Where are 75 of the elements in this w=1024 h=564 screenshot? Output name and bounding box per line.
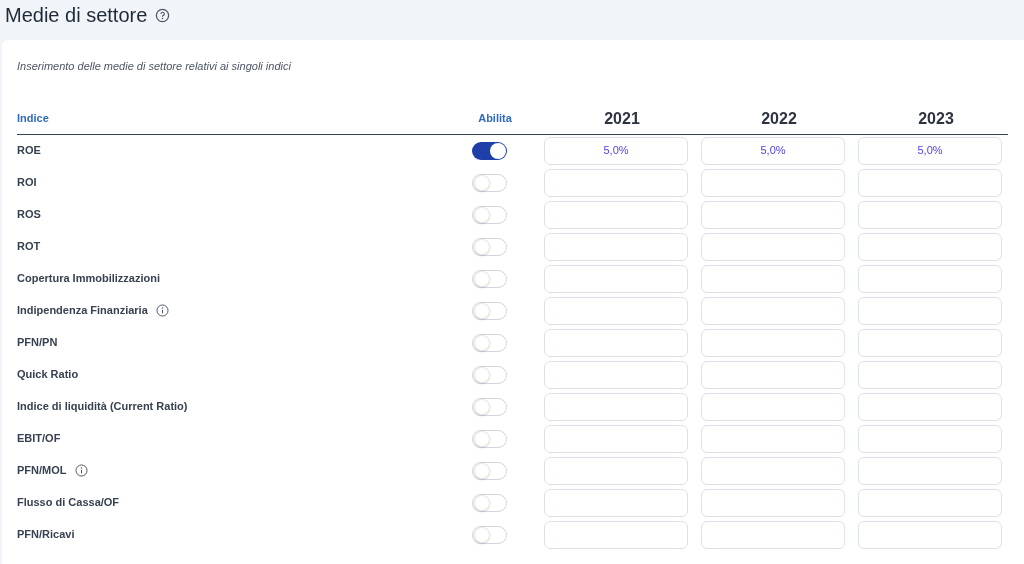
toggle-switch[interactable] — [471, 205, 507, 224]
value-field[interactable] — [858, 488, 1002, 517]
column-header: Abilita — [477, 111, 513, 127]
year-header: 2021 — [603, 108, 641, 129]
value-field[interactable] — [701, 200, 845, 229]
year-header: 2023 — [917, 108, 955, 129]
value-field[interactable] — [858, 456, 1002, 485]
toggle-switch[interactable] — [471, 141, 507, 160]
toggle-switch[interactable] — [471, 269, 507, 288]
value-field[interactable] — [544, 296, 688, 325]
toggle-switch[interactable] — [471, 173, 507, 192]
index-label: ROE — [17, 143, 41, 159]
value-field[interactable]: 5,0% — [701, 136, 845, 165]
value-field[interactable] — [701, 488, 845, 517]
value-field[interactable] — [858, 200, 1002, 229]
value-field[interactable] — [544, 488, 688, 517]
index-label: Indipendenza Finanziaria — [17, 303, 148, 319]
value-field[interactable] — [544, 520, 688, 549]
value-field[interactable] — [858, 168, 1002, 197]
index-label: PFN/MOL — [17, 463, 67, 479]
toggle-switch[interactable] — [471, 429, 507, 448]
index-label: Copertura Immobilizzazioni — [17, 271, 160, 287]
index-label: Indice di liquidità (Current Ratio) — [17, 399, 188, 415]
index-label: PFN/Ricavi — [17, 527, 75, 543]
index-label: Quick Ratio — [17, 367, 79, 383]
value-field[interactable]: 5,0% — [544, 136, 688, 165]
index-label: ROS — [17, 207, 41, 223]
toggle-switch[interactable] — [471, 525, 507, 544]
value-field[interactable] — [544, 200, 688, 229]
info-icon[interactable] — [155, 304, 169, 317]
column-header: Indice — [17, 111, 50, 127]
value-field[interactable] — [544, 328, 688, 357]
value-field[interactable] — [701, 328, 845, 357]
index-label: Flusso di Cassa/OF — [17, 495, 120, 511]
value-field[interactable] — [544, 456, 688, 485]
index-label: EBIT/OF — [17, 431, 61, 447]
value-field[interactable] — [858, 264, 1002, 293]
value-field[interactable] — [544, 392, 688, 421]
description: Inserimento delle medie di settore relativi ai singoli indici — [17, 59, 292, 74]
index-label: PFN/PN — [17, 335, 58, 351]
help-icon[interactable] — [155, 7, 171, 23]
toggle-switch[interactable] — [471, 365, 507, 384]
toggle-switch[interactable] — [471, 301, 507, 320]
value-field[interactable] — [701, 424, 845, 453]
value-field[interactable]: 5,0% — [858, 136, 1002, 165]
toggle-switch[interactable] — [471, 333, 507, 352]
toggle-switch[interactable] — [471, 397, 507, 416]
value-field[interactable] — [544, 360, 688, 389]
value-field[interactable] — [701, 232, 845, 261]
value-field[interactable] — [858, 328, 1002, 357]
value-field[interactable] — [544, 264, 688, 293]
value-field[interactable] — [544, 232, 688, 261]
value-field[interactable] — [858, 296, 1002, 325]
value-field[interactable] — [701, 456, 845, 485]
value-field[interactable] — [858, 360, 1002, 389]
value-field[interactable] — [858, 424, 1002, 453]
value-field[interactable] — [544, 168, 688, 197]
value-field[interactable] — [701, 520, 845, 549]
index-label: ROT — [17, 239, 41, 255]
value-field[interactable] — [858, 232, 1002, 261]
value-field[interactable] — [544, 424, 688, 453]
toggle-switch[interactable] — [471, 493, 507, 512]
toggle-switch[interactable] — [471, 237, 507, 256]
value-field[interactable] — [701, 360, 845, 389]
value-field[interactable] — [701, 168, 845, 197]
index-label: ROI — [17, 175, 37, 191]
value-field[interactable] — [701, 296, 845, 325]
info-icon[interactable] — [74, 464, 88, 477]
value-field[interactable] — [701, 264, 845, 293]
value-field[interactable] — [858, 520, 1002, 549]
value-field[interactable] — [701, 392, 845, 421]
page-title: Medie di settore — [5, 3, 148, 28]
value-field[interactable] — [858, 392, 1002, 421]
year-header: 2022 — [760, 108, 798, 129]
toggle-switch[interactable] — [471, 461, 507, 480]
